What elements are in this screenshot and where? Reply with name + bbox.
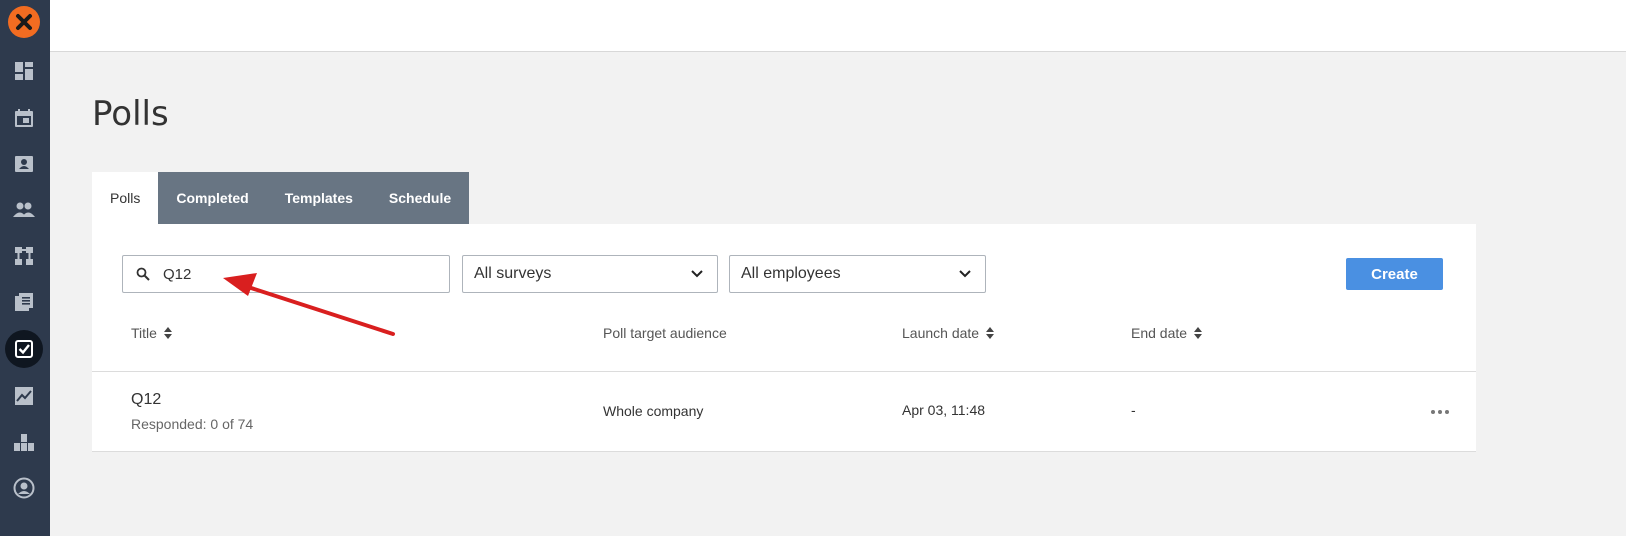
people-icon[interactable]	[9, 195, 39, 225]
dashboard-icon[interactable]	[9, 56, 39, 86]
search-input[interactable]	[163, 265, 433, 283]
sidebar	[0, 0, 50, 536]
chevron-down-icon	[959, 270, 971, 278]
more-options-icon[interactable]	[1431, 410, 1449, 414]
column-header-end-date[interactable]: End date	[1131, 325, 1203, 341]
org-chart-icon[interactable]	[9, 241, 39, 271]
modules-icon[interactable]	[9, 427, 39, 457]
tab-completed[interactable]: Completed	[158, 172, 267, 224]
profile-icon[interactable]	[9, 473, 39, 503]
tab-polls[interactable]: Polls	[92, 172, 159, 224]
employee-filter-value: All employees	[741, 265, 841, 282]
poll-audience: Whole company	[603, 403, 704, 419]
survey-filter-select[interactable]: All surveys	[462, 255, 718, 293]
survey-filter-value: All surveys	[474, 265, 552, 282]
sort-icon[interactable]	[1194, 327, 1203, 339]
logo-icon[interactable]	[8, 6, 40, 38]
tab-templates[interactable]: Templates	[266, 172, 371, 224]
column-header-launch-date[interactable]: Launch date	[902, 325, 995, 341]
column-header-audience: Poll target audience	[603, 325, 727, 341]
column-header-title[interactable]: Title	[131, 325, 172, 341]
sort-icon[interactable]	[163, 327, 172, 339]
polls-panel: All surveys All employees Create Title P…	[92, 224, 1476, 452]
poll-title[interactable]: Q12	[131, 391, 161, 409]
tab-schedule[interactable]: Schedule	[370, 172, 470, 224]
calendar-icon[interactable]	[9, 103, 39, 133]
top-bar	[50, 0, 1626, 52]
poll-launch-date: Apr 03, 11:48	[902, 402, 986, 418]
tab-bar: Polls Completed Templates Schedule	[92, 172, 470, 224]
page-title: Polls	[92, 94, 169, 134]
sort-icon[interactable]	[986, 327, 995, 339]
employee-filter-select[interactable]: All employees	[729, 255, 986, 293]
table-row[interactable]: Q12 Responded: 0 of 74 Whole company Apr…	[92, 371, 1476, 452]
create-button[interactable]: Create	[1346, 258, 1443, 290]
poll-end-date: -	[1131, 402, 1136, 418]
contacts-icon[interactable]	[9, 149, 39, 179]
poll-responded: Responded: 0 of 74	[131, 416, 254, 432]
documents-icon[interactable]	[9, 287, 39, 317]
search-box[interactable]	[122, 255, 450, 293]
polls-icon[interactable]	[5, 330, 43, 368]
analytics-icon[interactable]	[9, 381, 39, 411]
chevron-down-icon	[691, 270, 703, 278]
search-icon	[123, 267, 163, 281]
